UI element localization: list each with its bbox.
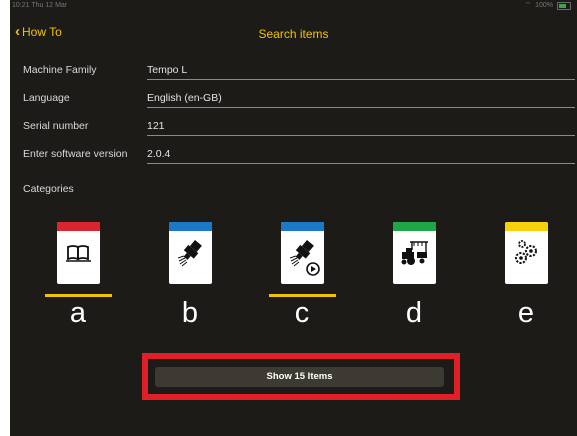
category-card[interactable] — [56, 222, 100, 284]
status-right: ⌔ 100% — [524, 0, 571, 12]
machine-family-label: Machine Family — [23, 64, 97, 76]
software-version-row[interactable]: Enter software version 2.0.4 — [23, 146, 575, 168]
battery-icon — [557, 2, 571, 10]
category-band — [504, 222, 548, 231]
tractor-planter-icon — [401, 241, 428, 265]
category-band — [56, 222, 100, 231]
category-letter: d — [405, 297, 423, 329]
gears-icon — [514, 240, 537, 264]
app-screen: 10:21 Thu 12 Mar ⌔ 100% ‹ How To Search … — [10, 0, 577, 436]
language-row[interactable]: Language English (en-GB) — [23, 90, 575, 112]
sprayer-video-icon — [289, 240, 320, 276]
status-bar: 10:21 Thu 12 Mar ⌔ 100% — [10, 0, 577, 14]
sprayer-nozzle-icon — [177, 240, 202, 267]
software-version-label: Enter software version — [23, 148, 128, 160]
category-letter: a — [69, 297, 87, 329]
category-card[interactable] — [168, 222, 212, 284]
category-letter: c — [294, 297, 310, 329]
machine-family-field[interactable]: Tempo L — [147, 62, 575, 80]
category-letter: b — [181, 297, 199, 329]
category-d[interactable]: d — [372, 222, 456, 329]
book-icon — [65, 245, 91, 262]
category-letter: e — [517, 297, 535, 329]
show-items-button[interactable]: Show 15 Items — [155, 367, 444, 387]
category-card[interactable] — [280, 222, 324, 284]
category-b[interactable]: b — [148, 222, 232, 329]
category-band — [280, 222, 324, 231]
nav-bar: ‹ How To Search items — [10, 20, 577, 46]
category-card[interactable] — [392, 222, 436, 284]
language-label: Language — [23, 92, 70, 104]
status-time: 10:21 Thu 12 Mar — [12, 2, 68, 9]
language-field[interactable]: English (en-GB) — [147, 90, 575, 108]
category-c[interactable]: c — [260, 222, 344, 329]
category-card[interactable] — [504, 222, 548, 284]
category-band — [392, 222, 436, 231]
wifi-icon: ⌔ — [524, 2, 532, 9]
serial-number-row[interactable]: Serial number 121 — [23, 118, 575, 140]
serial-number-label: Serial number — [23, 120, 89, 132]
software-version-field[interactable]: 2.0.4 — [147, 146, 575, 164]
categories-heading: Categories — [23, 183, 74, 195]
machine-family-row[interactable]: Machine Family Tempo L — [23, 62, 575, 84]
category-band — [168, 222, 212, 231]
page-title: Search items — [258, 27, 329, 41]
battery-percent: 100% — [535, 2, 553, 9]
serial-number-field[interactable]: 121 — [147, 118, 575, 136]
category-e[interactable]: e — [484, 222, 568, 329]
category-a[interactable]: a — [36, 222, 120, 329]
